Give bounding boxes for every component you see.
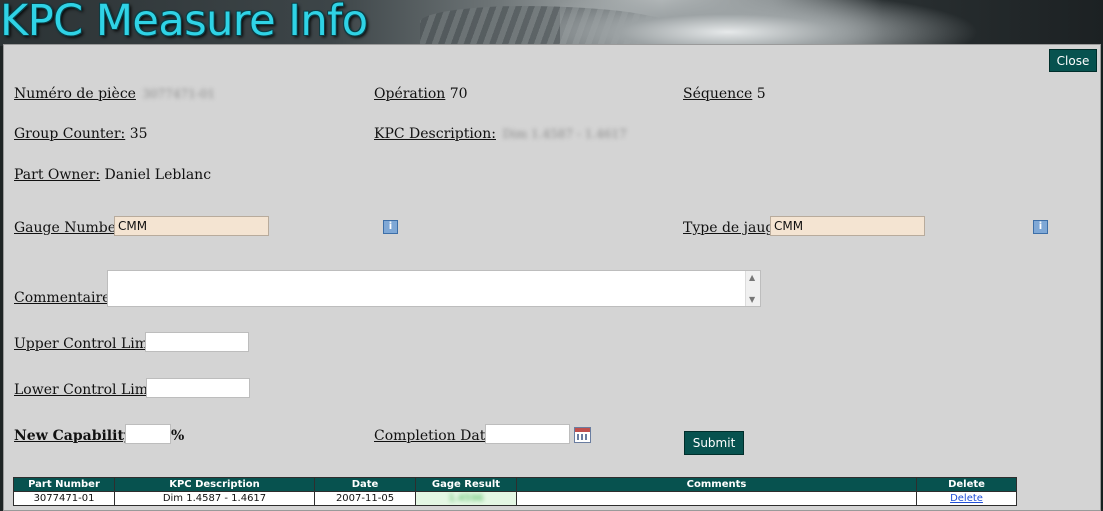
cell-date: 2007-11-05 <box>314 491 416 506</box>
part-owner-value: Daniel Leblanc <box>104 167 212 183</box>
kpc-description-value: Dim 1.4587 - 1.4617 <box>502 127 627 141</box>
column-header-delete: Delete <box>916 477 1017 492</box>
gauge-type-label: Type de jauge <box>683 220 783 236</box>
completion-date-input[interactable] <box>485 424 570 444</box>
operation-label: Opération <box>374 86 446 102</box>
upper-control-limit-label: Upper Control Limit: <box>14 336 163 352</box>
upper-control-limit-input[interactable] <box>145 332 249 352</box>
column-header-comments: Comments <box>516 477 917 492</box>
sequence-row: Séquence 5 <box>683 86 766 102</box>
gauge-number-label: Gauge Number: <box>14 220 128 236</box>
table-header-row: Part Number KPC Description Date Gage Re… <box>13 477 1017 492</box>
info-icon[interactable]: i <box>1033 220 1048 234</box>
scroll-down-icon[interactable]: ▼ <box>749 295 755 304</box>
column-header-date: Date <box>314 477 416 492</box>
info-icon[interactable]: i <box>383 220 398 234</box>
group-counter-row: Group Counter: 35 <box>14 126 148 142</box>
kpc-description-row: KPC Description: Dim 1.4587 - 1.4617 <box>374 126 627 142</box>
group-counter-value: 35 <box>129 126 148 142</box>
kpc-measure-dialog: Close Numéro de pièce 3077471-01 Opérati… <box>3 44 1101 511</box>
cell-gage-result: 1.4596 <box>415 491 517 506</box>
part-number-label: Numéro de pièce <box>14 86 136 102</box>
scroll-up-icon[interactable]: ▲ <box>749 273 755 282</box>
cell-kpc-description: Dim 1.4587 - 1.4617 <box>114 491 315 506</box>
column-header-gage-result: Gage Result <box>415 477 517 492</box>
part-owner-label: Part Owner: <box>14 167 101 183</box>
comments-label: Commentaires <box>14 290 118 306</box>
delete-link[interactable]: Delete <box>950 493 983 504</box>
kpc-description-label: KPC Description: <box>374 126 496 142</box>
banner-eagle-art <box>560 0 980 46</box>
new-capability-input[interactable] <box>125 424 171 444</box>
app-title: KPC Measure Info <box>0 0 368 46</box>
submit-button[interactable]: Submit <box>684 431 744 455</box>
sequence-label: Séquence <box>683 86 753 102</box>
operation-value: 70 <box>449 86 468 102</box>
cell-delete: Delete <box>916 491 1017 506</box>
close-button[interactable]: Close <box>1049 49 1097 72</box>
cell-part-number: 3077471-01 <box>13 491 115 506</box>
measure-results-table: Part Number KPC Description Date Gage Re… <box>13 477 1017 506</box>
part-number-row: Numéro de pièce 3077471-01 <box>14 86 215 102</box>
lower-control-limit-input[interactable] <box>146 378 250 398</box>
header-banner: KPC Measure Info <box>0 0 1103 46</box>
table-row: 3077471-01 Dim 1.4587 - 1.4617 2007-11-0… <box>13 491 1017 506</box>
column-header-part-number: Part Number <box>13 477 115 492</box>
gauge-type-input[interactable] <box>770 216 925 236</box>
part-owner-row: Part Owner: Daniel Leblanc <box>14 167 211 183</box>
cell-comments <box>516 491 917 506</box>
sequence-value: 5 <box>756 86 766 102</box>
operation-row: Opération 70 <box>374 86 468 102</box>
group-counter-label: Group Counter: <box>14 126 126 142</box>
gauge-number-input[interactable] <box>114 216 269 236</box>
calendar-icon[interactable] <box>574 427 591 443</box>
comments-textarea[interactable]: ▲ ▼ <box>107 270 761 307</box>
column-header-kpc-description: KPC Description <box>114 477 315 492</box>
comments-scrollbar[interactable]: ▲ ▼ <box>745 271 760 306</box>
lower-control-limit-label: Lower Control Limit: <box>14 382 163 398</box>
new-capability-label: New Capability: <box>14 428 138 444</box>
part-number-value: 3077471-01 <box>142 87 216 101</box>
completion-date-label: Completion Date: <box>374 428 499 444</box>
percent-suffix: % <box>171 428 185 444</box>
